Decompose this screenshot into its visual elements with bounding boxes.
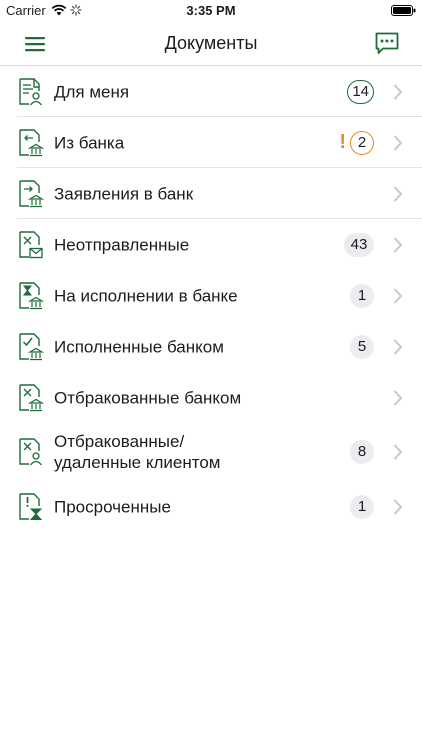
count-badge: 5 [350,334,374,359]
count-badge: 2 [350,130,374,155]
folder-row-for-me[interactable]: Для меня 14 [0,66,422,117]
alert-exclamation-icon: ! [339,130,346,153]
document-folder-list: Для меня 14 Из банка ! 2 Заявления в бан… [0,66,422,532]
battery-icon [391,5,416,16]
count-badge: 1 [350,283,374,308]
document-envelope-icon [19,230,43,258]
chevron-right-icon [394,339,402,354]
folder-row-in-progress[interactable]: На исполнении в банке 1 [0,270,422,321]
document-outgoing-bank-icon [19,179,45,207]
folder-row-unsent[interactable]: Неотправленные 43 [0,219,422,270]
document-reject-person-icon [19,438,43,466]
chevron-right-icon [394,135,402,150]
count-badge: 1 [350,494,374,519]
document-overdue-hourglass-icon [19,492,43,520]
navigation-bar: Документы [0,22,422,66]
folder-label: Исполненные банком [54,337,224,356]
folder-row-requests-to-bank[interactable]: Заявления в банк [0,168,422,219]
chevron-right-icon [394,288,402,303]
document-check-bank-icon [19,332,45,360]
folder-label: Отбракованные банком [54,388,242,407]
folder-label: Заявления в банк [54,184,194,203]
folder-label: На исполнении в банке [54,286,238,305]
folder-row-overdue[interactable]: Просроченные 1 [0,481,422,532]
folder-label-line1: Отбракованные/ [54,432,185,451]
folder-label: Отбракованные/ удаленные клиентом [54,431,220,473]
chevron-right-icon [394,84,402,99]
page-title: Документы [164,33,258,53]
chevron-right-icon [394,237,402,252]
folder-row-rejected-deleted-by-client[interactable]: Отбракованные/ удаленные клиентом 8 [0,423,422,481]
status-time: 3:35 PM [186,3,236,18]
document-incoming-bank-icon [19,128,45,156]
folder-row-rejected-by-bank[interactable]: Отбракованные банком [0,372,422,423]
document-person-icon [19,77,43,105]
chevron-right-icon [394,186,402,201]
chevron-right-icon [394,499,402,514]
folder-row-from-bank[interactable]: Из банка ! 2 [0,117,422,168]
status-bar: Carrier 3:35 PM [0,0,422,22]
chat-message-icon[interactable] [374,30,400,56]
folder-label: Для меня [54,82,130,101]
folder-label: Из банка [54,133,125,152]
folder-label: Просроченные [54,497,171,516]
document-reject-bank-icon [19,383,45,411]
count-badge: 14 [347,79,374,104]
chevron-right-icon [394,444,402,460]
document-hourglass-bank-icon [19,281,45,309]
folder-label: Неотправленные [54,235,190,254]
chevron-right-icon [394,390,402,405]
folder-row-executed[interactable]: Исполненные банком 5 [0,321,422,372]
folder-label-line2: удаленные клиентом [54,453,221,472]
count-badge: 43 [344,232,374,257]
count-badge: 8 [350,440,374,464]
